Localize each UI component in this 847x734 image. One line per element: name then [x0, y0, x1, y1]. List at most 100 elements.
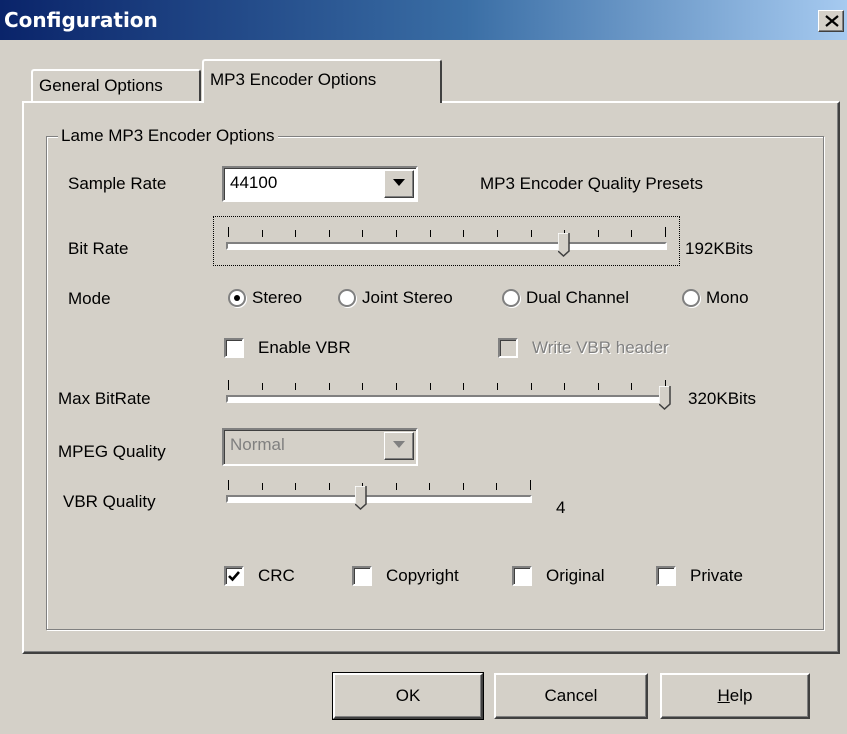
enable-vbr-label[interactable]: Enable VBR	[258, 337, 351, 359]
slider-tick	[396, 383, 398, 390]
slider-tick	[228, 227, 229, 237]
help-label: Help	[718, 686, 753, 706]
slider-tick	[228, 380, 229, 390]
sample-rate-label: Sample Rate	[68, 174, 167, 193]
title-bar[interactable]: Configuration	[0, 0, 847, 40]
crc-label[interactable]: CRC	[258, 565, 295, 587]
group-label: Lame MP3 Encoder Options	[58, 123, 278, 149]
slider-tick	[328, 383, 330, 390]
cancel-button[interactable]: Cancel	[494, 673, 648, 719]
private-checkbox[interactable]	[656, 566, 676, 586]
chevron-down-icon	[393, 179, 405, 186]
radio-indicator	[502, 289, 520, 307]
mode-label: Mode	[68, 289, 111, 308]
mode-joint-stereo-radio[interactable]: Joint Stereo	[338, 288, 453, 308]
slider-tick	[429, 230, 431, 237]
help-accelerator: H	[717, 686, 730, 705]
slider-tick	[261, 483, 263, 490]
copyright-label[interactable]: Copyright	[386, 565, 459, 587]
tab-mp3-encoder-options[interactable]: MP3 Encoder Options	[202, 59, 442, 103]
slider-thumb[interactable]	[354, 486, 367, 510]
radio-label: Mono	[706, 288, 749, 307]
slider-tick	[328, 230, 330, 237]
copyright-checkbox[interactable]	[352, 566, 372, 586]
max-bitrate-label: Max BitRate	[58, 389, 151, 408]
slider-tick	[463, 383, 465, 390]
configuration-dialog: Configuration General Options MP3 Encode…	[0, 0, 847, 734]
radio-indicator	[338, 289, 356, 307]
mode-mono-radio[interactable]: Mono	[682, 288, 749, 308]
slider-thumb[interactable]	[558, 233, 571, 257]
slider-tick	[295, 483, 297, 490]
crc-checkbox[interactable]	[224, 566, 244, 586]
cancel-label: Cancel	[544, 686, 598, 705]
write-vbr-header-checkbox[interactable]	[498, 338, 518, 358]
ok-button[interactable]: OK	[332, 672, 484, 720]
slider-tick	[261, 230, 263, 237]
mpeg-quality-value: Normal	[230, 435, 285, 454]
help-button[interactable]: Help	[660, 673, 810, 719]
slider-tick	[396, 230, 398, 237]
quality-presets-label[interactable]: MP3 Encoder Quality Presets	[480, 173, 703, 195]
vbr-quality-value: 4	[556, 498, 566, 517]
slider-track[interactable]	[226, 395, 667, 403]
slider-tick	[631, 383, 633, 390]
sample-rate-select[interactable]: 44100	[222, 166, 418, 202]
tab-general-options[interactable]: General Options	[31, 69, 201, 101]
sample-rate-dropdown-button[interactable]	[384, 170, 414, 198]
slider-tick	[496, 483, 498, 490]
window-title: Configuration	[4, 8, 158, 32]
checkmark-icon	[228, 571, 240, 582]
bit-rate-value: 192KBits	[685, 239, 754, 258]
tab-label: General Options	[39, 76, 163, 95]
mpeg-quality-dropdown-button[interactable]	[384, 432, 414, 460]
radio-label: Joint Stereo	[362, 288, 453, 307]
chevron-down-icon	[393, 441, 405, 448]
slider-track[interactable]	[226, 242, 667, 250]
radio-indicator	[682, 289, 700, 307]
original-checkbox[interactable]	[512, 566, 532, 586]
slider-tick	[328, 483, 330, 490]
sample-rate-value: 44100	[230, 173, 278, 192]
vbr-quality-label: VBR Quality	[63, 492, 156, 511]
write-vbr-header-label: Write VBR header	[532, 338, 669, 357]
radio-indicator	[228, 289, 246, 307]
slider-track[interactable]	[226, 495, 532, 503]
slider-tick	[665, 227, 666, 237]
slider-tick	[295, 230, 297, 237]
tab-label: MP3 Encoder Options	[210, 70, 377, 89]
radio-label: Stereo	[252, 288, 303, 307]
close-button[interactable]	[818, 10, 844, 32]
slider-tick	[362, 230, 364, 237]
private-label[interactable]: Private	[690, 565, 743, 587]
vbr-quality-slider[interactable]	[214, 470, 544, 518]
slider-tick	[631, 230, 633, 237]
slider-tick	[463, 230, 465, 237]
close-icon	[825, 15, 839, 27]
bit-rate-slider[interactable]	[213, 216, 680, 266]
slider-tick	[295, 383, 297, 390]
help-label-rest: elp	[729, 686, 753, 705]
slider-tick	[362, 383, 364, 390]
slider-tick	[429, 383, 431, 390]
slider-tick	[530, 230, 532, 237]
slider-tick	[496, 230, 498, 237]
bit-rate-label: Bit Rate	[68, 239, 129, 258]
slider-tick	[228, 480, 229, 490]
radio-label: Dual Channel	[526, 288, 630, 307]
slider-tick	[261, 383, 263, 390]
original-label[interactable]: Original	[546, 565, 605, 587]
ok-label: OK	[395, 686, 421, 705]
slider-tick	[429, 483, 431, 490]
slider-tick	[597, 230, 599, 237]
slider-tick	[496, 383, 498, 390]
max-bitrate-slider[interactable]	[214, 370, 679, 418]
mpeg-quality-select[interactable]: Normal	[222, 428, 418, 466]
slider-tick	[462, 483, 464, 490]
slider-thumb[interactable]	[659, 386, 671, 410]
mode-stereo-radio[interactable]: Stereo	[228, 288, 302, 308]
max-bitrate-value: 320KBits	[688, 389, 757, 408]
enable-vbr-checkbox[interactable]	[224, 338, 244, 358]
slider-tick	[530, 383, 532, 390]
mode-dual-channel-radio[interactable]: Dual Channel	[502, 288, 629, 308]
